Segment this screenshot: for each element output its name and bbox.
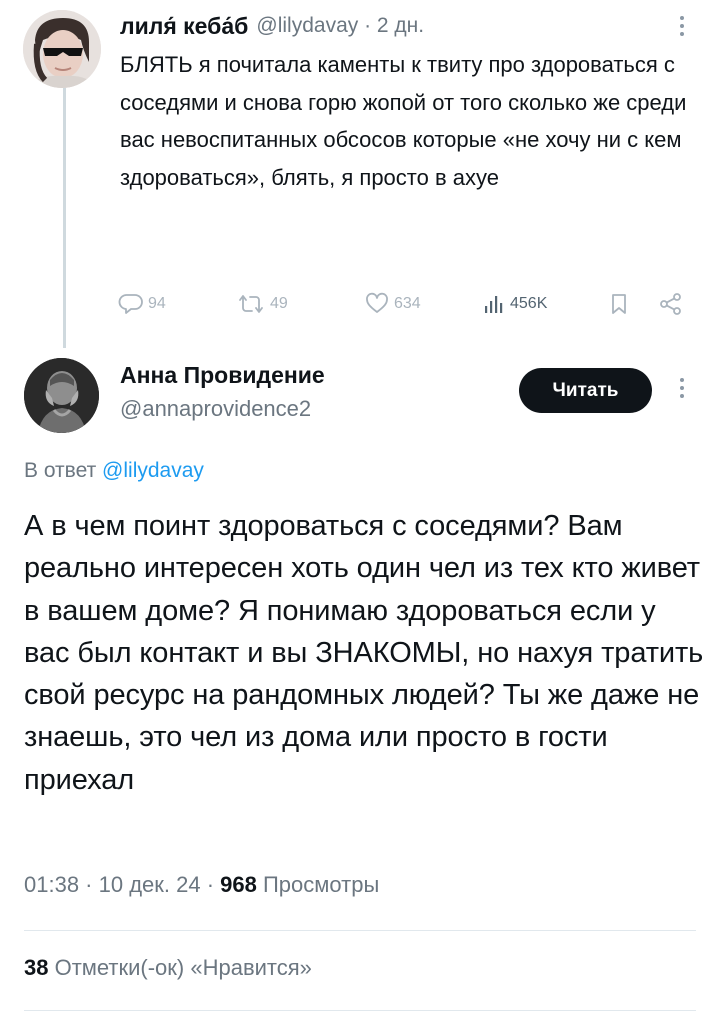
retweet-button[interactable]: 49 [236, 286, 288, 322]
bookmark-icon [612, 294, 626, 314]
views-icon [485, 296, 503, 313]
avatar[interactable] [23, 10, 101, 88]
views-count: 456K [510, 295, 548, 312]
tweet-meta: 01:38 · 10 дек. 24 · 968 Просмотры [24, 872, 379, 898]
reply-button[interactable]: 94 [118, 286, 166, 322]
reply-icon [118, 294, 143, 314]
reply-prefix: В ответ [24, 459, 97, 482]
avatar[interactable] [24, 358, 99, 433]
handle-and-time[interactable]: @lilydavay · 2 дн. [256, 14, 424, 38]
parent-tweet-text: БЛЯТЬ я почитала каменты к твиту про здо… [120, 52, 687, 190]
thread-line [63, 86, 66, 348]
share-icon [660, 293, 681, 315]
share-button[interactable] [658, 286, 684, 322]
author-name[interactable]: лиля́ кеба́б [120, 13, 248, 40]
views-label: Просмотры [256, 872, 380, 897]
action-bar: 94 49 634 456K [118, 286, 698, 322]
reply-count: 94 [148, 295, 166, 312]
bookmark-button[interactable] [608, 286, 630, 322]
reply-context: В ответ @lilydavay [24, 459, 204, 483]
likes-summary[interactable]: 38 Отметки(-ок) «Нравится» [24, 955, 312, 981]
author-handle[interactable]: @annaprovidence2 [120, 396, 311, 422]
like-button[interactable]: 634 [364, 286, 421, 322]
retweet-icon [239, 295, 263, 313]
parent-tweet-header: лиля́ кеба́б @lilydavay · 2 дн. [120, 8, 424, 44]
follow-button[interactable]: Читать [519, 368, 652, 413]
divider [24, 930, 696, 931]
more-icon[interactable] [670, 12, 694, 42]
like-count: 634 [394, 295, 421, 312]
reply-handle-link[interactable]: @lilydavay [102, 459, 204, 482]
divider [24, 1010, 696, 1011]
views-count: 968 [220, 872, 257, 897]
like-icon [366, 292, 388, 313]
tweet-text: А в чем поинт здороваться с соседями? Ва… [24, 510, 704, 796]
likes-count: 38 [24, 955, 49, 980]
parent-tweet[interactable]: лиля́ кеба́б @lilydavay · 2 дн. БЛЯТЬ я … [0, 0, 720, 348]
views-button[interactable]: 456K [482, 286, 547, 322]
author-name[interactable]: Анна Провидение [120, 362, 325, 389]
more-icon[interactable] [670, 374, 694, 404]
retweet-count: 49 [270, 295, 288, 312]
likes-label: Отметки(-ок) «Нравится» [48, 955, 312, 980]
tweet-time[interactable]: 01:38 · 10 дек. 24 · [24, 872, 220, 897]
